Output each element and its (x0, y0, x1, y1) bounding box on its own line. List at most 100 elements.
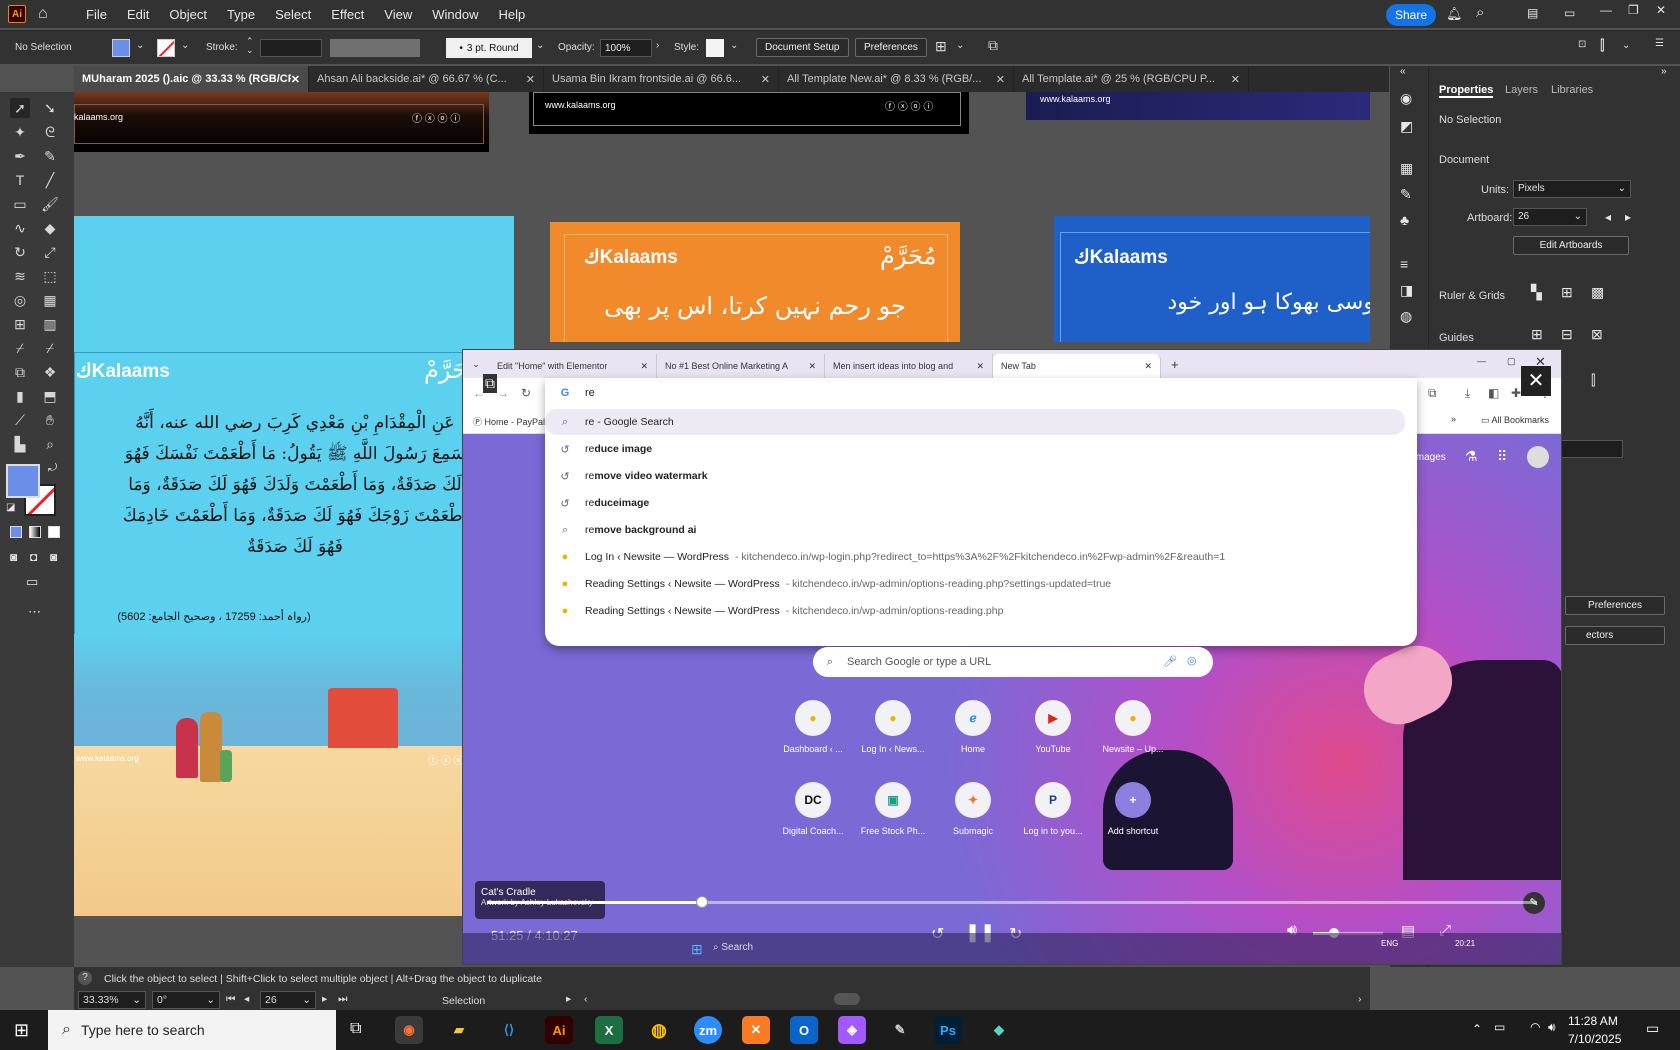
perspective-grid-icon[interactable]: ▦ (40, 290, 60, 310)
pen-tool-app-icon[interactable]: ✎ (886, 1016, 914, 1044)
menu-object[interactable]: Object (159, 7, 217, 22)
measure-icon[interactable]: ⌿ (40, 338, 60, 358)
variable-width-profile[interactable] (330, 39, 420, 57)
suggestion-row[interactable]: ● Reading Settings ‹ Newsite — WordPress -… (545, 571, 1417, 597)
shaper-tool-icon[interactable]: ∿ (10, 218, 30, 238)
opacity-field[interactable]: 100% (600, 39, 652, 57)
omnibox-input[interactable]: G re (545, 378, 1417, 408)
prev-artboard-icon[interactable]: ◂ (1605, 210, 1611, 224)
app-icon[interactable]: ◆ (985, 1016, 1013, 1044)
shortcut-free-stock[interactable]: ▣ Free Stock Ph... (853, 782, 933, 836)
close-overlay-icon[interactable]: ✕ (1521, 366, 1551, 396)
figma-icon[interactable]: ◈ (838, 1016, 866, 1044)
tab-all-template[interactable]: All Template.ai* @ 25 % (RGB/CPU P... ✕ (1014, 66, 1249, 92)
units-select[interactable]: Pixels ⌄ (1513, 180, 1631, 198)
add-shortcut[interactable]: + Add shortcut (1093, 782, 1173, 836)
tab-libraries[interactable]: Libraries (1551, 84, 1593, 96)
ntp-search-box[interactable]: ⌕ Search Google or type a URL 🎤︎ ◎ (813, 647, 1213, 677)
excel-icon[interactable]: X (595, 1016, 623, 1044)
tab-muharam[interactable]: MUharam 2025 ().aic @ 33.33 % (RGB/CPU P… (74, 66, 309, 92)
close-icon[interactable]: ✕ (808, 361, 816, 372)
shortcut-newsite[interactable]: ● Newsite – Up... (1093, 700, 1173, 754)
firefox-icon[interactable]: ◉ (395, 1016, 423, 1044)
brush-definition[interactable]: • 3 pt. Round (446, 38, 532, 58)
document-setup-button[interactable]: Document Setup (756, 38, 849, 57)
suggestion-row[interactable]: ⌕ re move background ai (545, 517, 1417, 543)
color-panel-icon[interactable]: ◉ (1400, 90, 1412, 107)
artboard-select[interactable]: 26 ⌄ (1513, 208, 1587, 226)
chevron-down-icon[interactable]: ⌄ (181, 40, 189, 51)
collapse-icon[interactable]: » (1661, 66, 1667, 77)
graph-tool-icon[interactable]: ▮ (10, 386, 30, 406)
taskbar-search[interactable]: ⌕ Type here to search (48, 1010, 336, 1050)
photoshop-icon[interactable]: Ps (934, 1016, 962, 1044)
minimize-icon[interactable]: — (1600, 3, 1612, 17)
suggestion-row[interactable]: ⌕ re - Google Search (545, 409, 1405, 435)
close-icon[interactable]: ✕ (640, 361, 648, 372)
lock-guides-icon[interactable]: ⊟ (1561, 326, 1573, 343)
default-colors-icon[interactable]: ◪ (6, 502, 15, 513)
tab-search-icon[interactable]: ⌄ (463, 359, 489, 370)
suggestion-row[interactable]: ● Log In ‹ Newsite — WordPress - kitchende… (545, 544, 1417, 570)
sidepanel-icon[interactable]: ◧ (1488, 386, 1499, 400)
video-overlay[interactable]: ⌄ Edit "Home" with Elementor ✕ No #1 Best… (462, 349, 1562, 965)
shortcut-paypal[interactable]: P Log in to you... (1013, 782, 1093, 836)
eyedropper-icon[interactable]: ⌿ (10, 338, 30, 358)
draw-inside-icon[interactable]: ◙ (50, 550, 57, 564)
color-mode-icon[interactable] (10, 526, 22, 538)
mic-icon[interactable]: 🎤︎ (1163, 655, 1177, 668)
chrome-tab-marketing[interactable]: No #1 Best Online Marketing A ✕ (657, 354, 825, 378)
chevron-down-icon[interactable]: ⌄ (956, 40, 964, 51)
close-icon[interactable]: ✕ (526, 73, 535, 86)
close-icon[interactable]: ✕ (761, 73, 770, 86)
symbol-sprayer-icon[interactable]: ❖ (40, 362, 60, 382)
lens-icon[interactable]: ◎ (1187, 654, 1197, 667)
blend-tool-icon[interactable]: ⧉ (10, 362, 30, 382)
chrome-tab-new-tab[interactable]: New Tab ✕ (993, 354, 1161, 378)
align-panel-icon[interactable]: ⫿ (1600, 37, 1604, 54)
new-tab-icon[interactable]: + (1171, 357, 1179, 372)
workspace-icon[interactable]: ▤ (1527, 6, 1538, 20)
swatches-icon[interactable]: ▦ (1400, 160, 1413, 177)
grid-icon[interactable]: ⊞ (1561, 284, 1573, 301)
wifi-icon[interactable]: ◠ (1530, 1020, 1540, 1034)
close-icon[interactable]: ✕ (1144, 361, 1152, 372)
images-link[interactable]: Images (1413, 452, 1446, 463)
xampp-icon[interactable]: ✕ (742, 1016, 770, 1044)
illustrator-icon[interactable]: Ai (545, 1016, 573, 1044)
zoom-field[interactable]: 33.33% ⌄ (78, 991, 146, 1009)
type-tool-icon[interactable]: T (10, 170, 30, 190)
video-seekbar-track[interactable] (487, 896, 1537, 908)
task-view-icon[interactable]: ⧉ (350, 1020, 361, 1038)
mesh-tool-icon[interactable]: ⊞ (10, 314, 30, 334)
pen-tool-icon[interactable]: ✒ (10, 146, 30, 166)
color-guide-icon[interactable]: ◩ (1400, 118, 1413, 135)
first-artboard-icon[interactable]: ⏮ (226, 993, 235, 1006)
slice-tool-icon[interactable]: ⟋ (10, 410, 30, 430)
minimize-icon[interactable]: — (1477, 356, 1486, 366)
scale-tool-icon[interactable]: ⤢ (40, 242, 60, 262)
panel-icon[interactable]: ▭ (1564, 6, 1575, 20)
edit-artboards-button[interactable]: Edit Artboards (1513, 236, 1629, 255)
rectangle-tool-icon[interactable]: ▭ (10, 194, 30, 214)
suggestion-row[interactable]: ↺ re duceimage (545, 490, 1417, 516)
zoom-icon[interactable]: zm (694, 1016, 722, 1044)
arrange-icon[interactable]: ⊡ (1578, 39, 1586, 50)
convert-vectors-button[interactable]: ectors (1565, 626, 1665, 645)
transparency-icon[interactable]: ◍ (1400, 308, 1412, 325)
menu-type[interactable]: Type (217, 7, 265, 22)
chrome-tab-elementor[interactable]: Edit "Home" with Elementor ✕ (489, 354, 657, 378)
fill-swatch[interactable] (112, 39, 130, 57)
suggestion-row[interactable]: ↺ re move video watermark (545, 463, 1417, 489)
panel-field[interactable] (1559, 440, 1623, 458)
artboard-blue-urdu[interactable]: ﻙKalaams وسی بھوکا ہو اور خود (1054, 216, 1370, 342)
artboard-top-middle[interactable]: www.kalaams.org ⓕ ⓧ ⓞ ⓘ (529, 92, 969, 134)
stroke-panel-icon[interactable]: ≡ (1400, 256, 1408, 272)
shortcut-home[interactable]: ℯ Home (933, 700, 1013, 754)
stepper-icon[interactable]: ⌃ ⌄ (246, 37, 254, 55)
speaker-icon[interactable]: 🔊︎ (1548, 1020, 1556, 1035)
search-icon[interactable]: ⌕ (1476, 4, 1484, 21)
snap-icon[interactable]: ⫿ (1591, 372, 1595, 389)
guides-icon[interactable]: ⊞ (1531, 326, 1543, 343)
align-icon[interactable]: ⊞ (935, 38, 947, 55)
